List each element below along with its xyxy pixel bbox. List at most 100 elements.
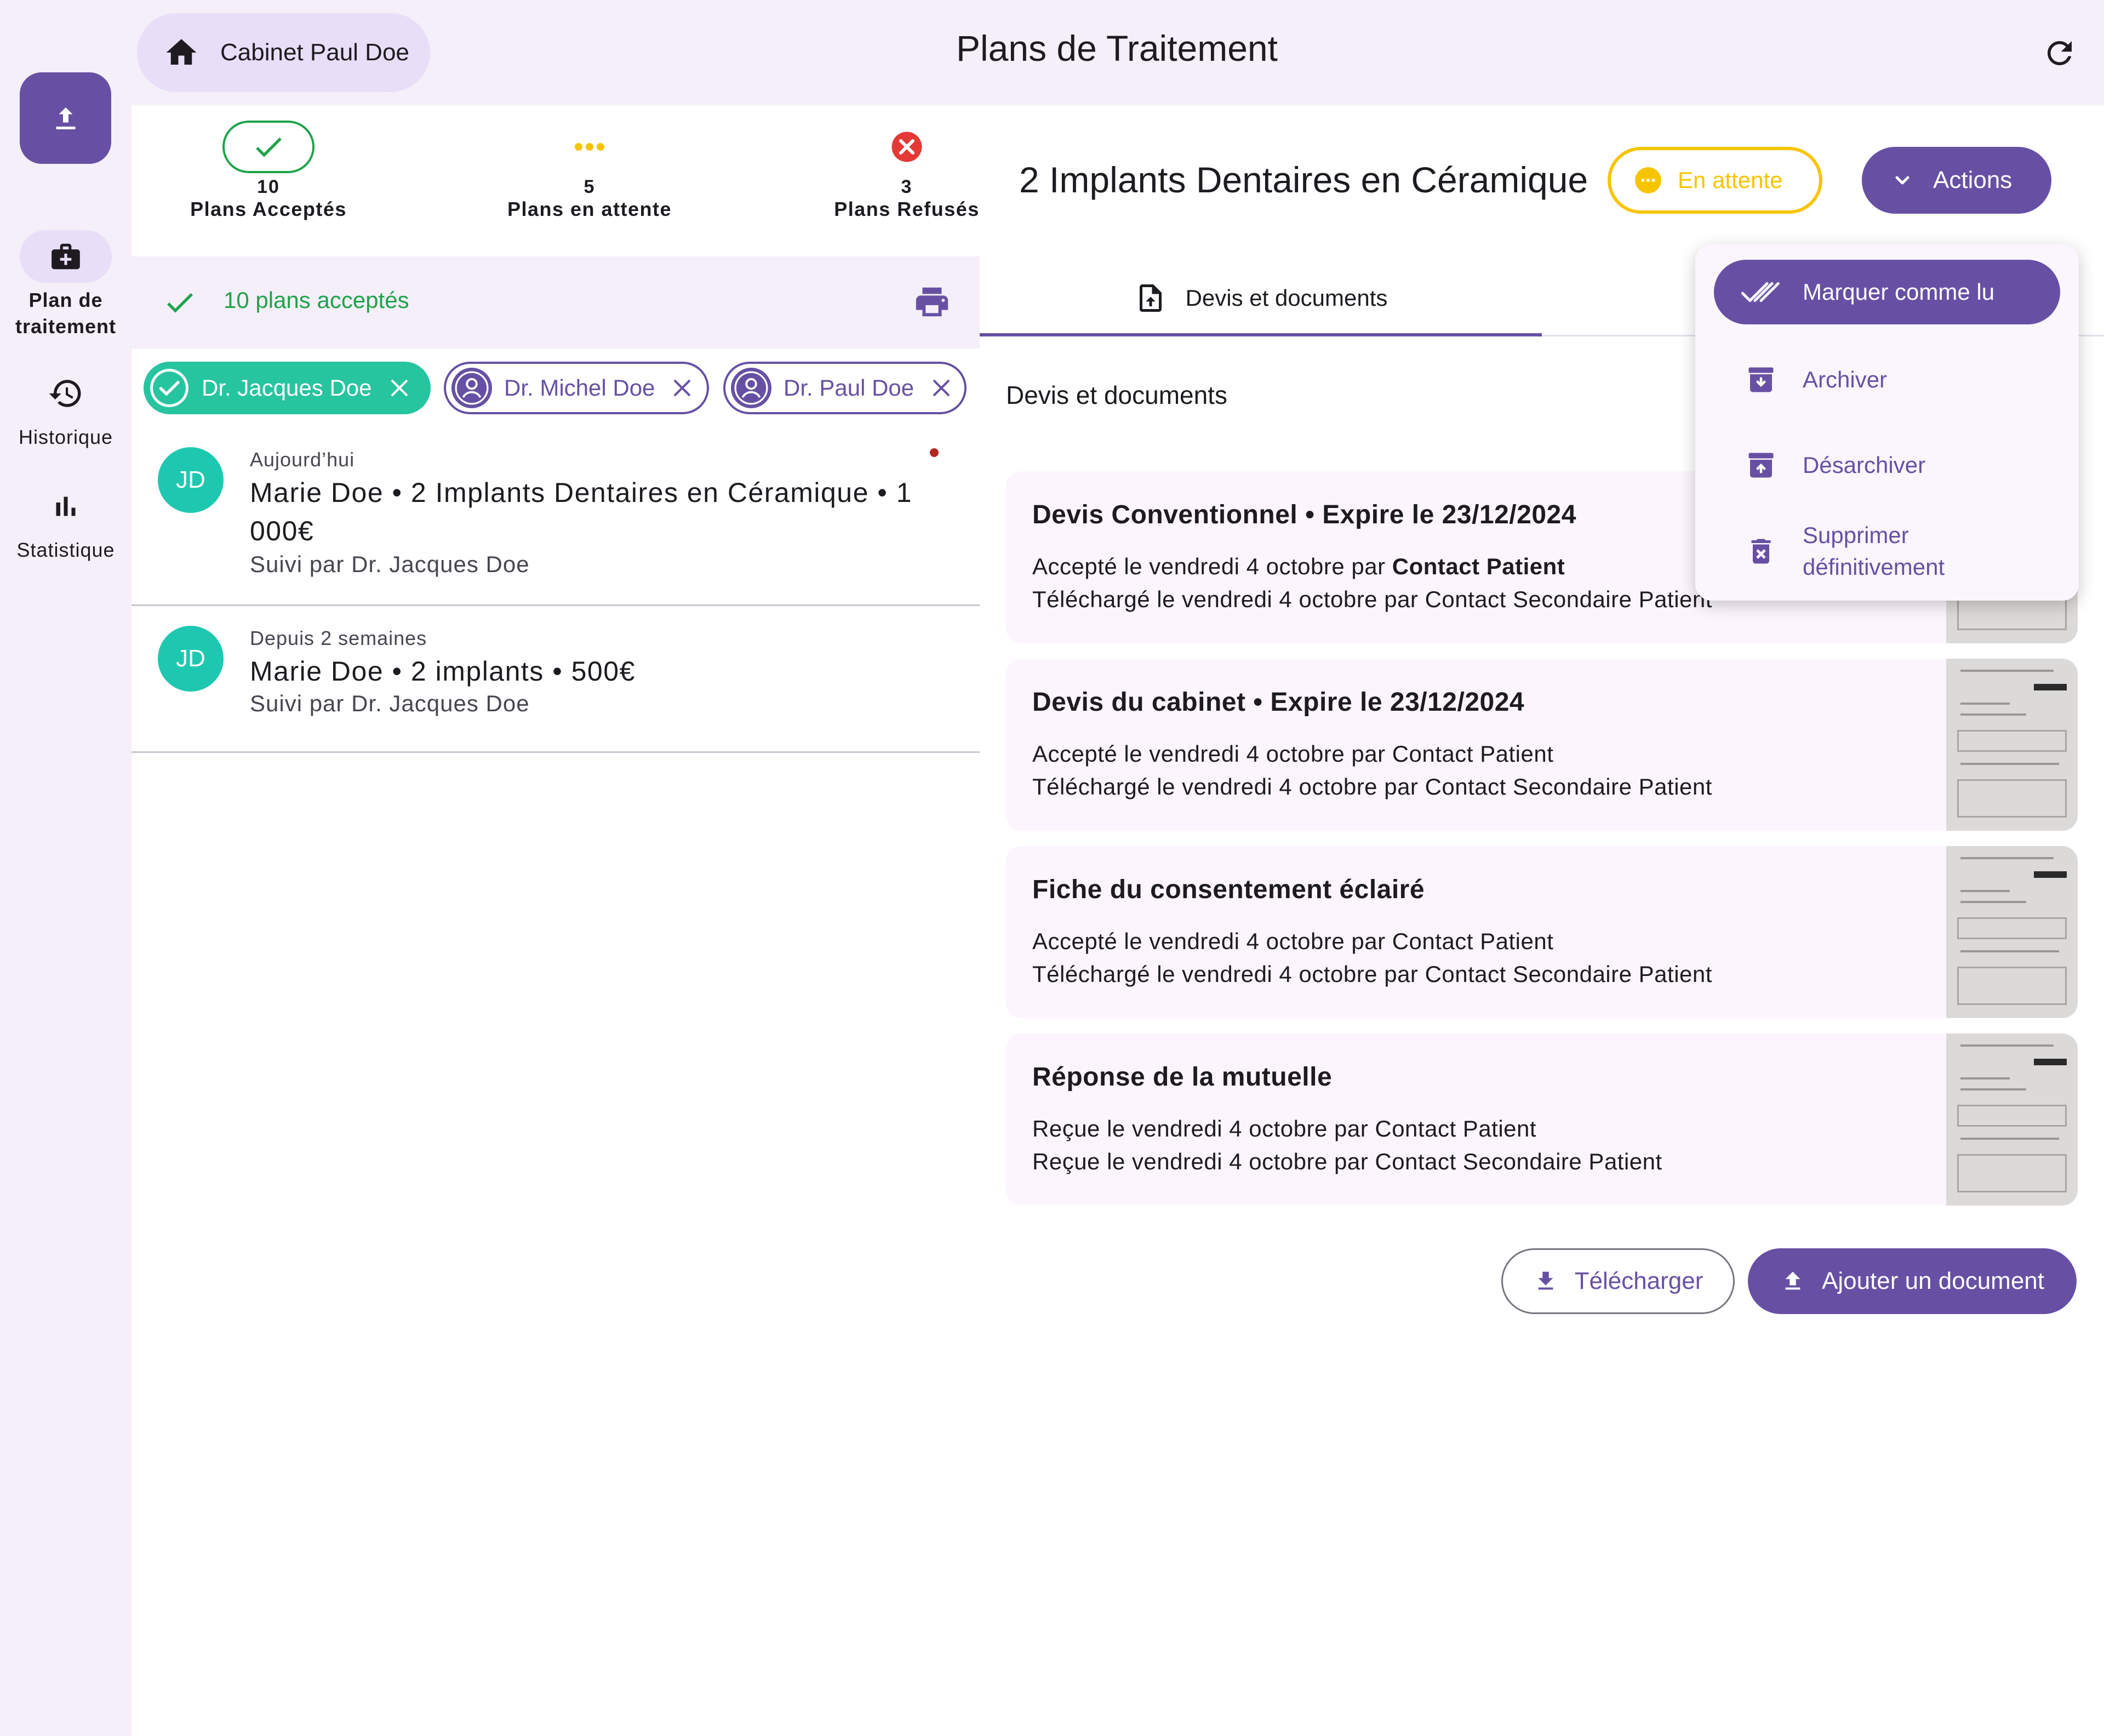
chip-label: Dr. Jacques Doe (202, 375, 372, 401)
stat-pending-count: 5 (584, 176, 596, 197)
document-status-text: Accepté le vendredi 4 octobre par (1032, 553, 1392, 579)
plan-summary: Marie Doe • 2 implants • 500€ (250, 656, 636, 687)
print-button[interactable] (913, 283, 951, 324)
document-contact: Contact Patient (1392, 553, 1565, 579)
chip-person-avatar (451, 368, 492, 408)
file-upload-icon (1139, 284, 1162, 312)
menu-item-mark-read[interactable]: Marquer comme lu (1714, 260, 2060, 324)
document-status-line: Accepté le vendredi 4 octobre par Contac… (1032, 928, 1553, 955)
document-thumbnail[interactable] (1946, 846, 2078, 1018)
top-app-bar: Cabinet Paul Doe Plans de Traitement (132, 0, 2104, 105)
filter-summary-text: 10 plans acceptés (224, 287, 409, 313)
document-title: Devis du cabinet • Expire le 23/12/2024 (1032, 688, 1525, 717)
add-document-label: Ajouter un document (1821, 1267, 2045, 1294)
double-check-icon (1741, 282, 1780, 302)
status-chip[interactable]: En attente (1608, 147, 1822, 214)
office-name: Cabinet Paul Doe (220, 39, 409, 66)
rail-item-stats[interactable]: Statistique (0, 480, 132, 563)
upload-fab[interactable] (20, 72, 111, 164)
menu-item-label: Archiver (1803, 367, 1888, 392)
document-title: Réponse de la mutuelle (1032, 1063, 1333, 1092)
cancel-icon (891, 132, 922, 162)
menu-item-unarchive-icon-wrap (1735, 449, 1787, 482)
check-icon (167, 293, 193, 313)
account-icon (455, 371, 489, 405)
document-status-line: Accepté le vendredi 4 octobre par Contac… (1032, 553, 1565, 580)
menu-item-delete-icon-wrap (1735, 535, 1787, 568)
add-document-button[interactable]: Ajouter un document (1748, 1248, 2077, 1314)
rail-item-plan-label: Plan de traitement (15, 289, 117, 338)
tab-documents[interactable]: Devis et documents (980, 263, 1542, 336)
rail-item-history-label: Historique (18, 426, 113, 448)
rail-item-history[interactable]: Historique (0, 367, 132, 450)
download-button[interactable]: Télécharger (1501, 1248, 1735, 1314)
account-icon (734, 371, 768, 405)
more-horiz-icon (575, 143, 604, 151)
chip-label: Dr. Paul Doe (784, 375, 914, 401)
chip-person-avatar (731, 368, 771, 408)
document-upload-line: Téléchargé le vendredi 4 octobre par Con… (1032, 586, 1712, 612)
stat-pending-label: Plans en attente (507, 198, 672, 220)
document-title: Devis Conventionnel • Expire le 23/12/20… (1032, 500, 1576, 529)
page-title: Plans de Traitement (956, 28, 1278, 68)
document-card[interactable]: Réponse de la mutuelle Reçue le vendredi… (1006, 1033, 2078, 1206)
avatar: JD (158, 626, 224, 692)
chip-doctor-michel[interactable]: Dr. Michel Doe (444, 362, 709, 414)
refresh-button[interactable] (2042, 35, 2078, 74)
document-thumbnail[interactable] (1946, 1033, 2078, 1206)
chip-doctor-paul[interactable]: Dr. Paul Doe (723, 362, 967, 414)
office-chip[interactable]: Cabinet Paul Doe (137, 13, 430, 92)
document-status-line: Accepté le vendredi 4 octobre par Contac… (1032, 741, 1553, 767)
check-icon (256, 137, 282, 157)
plan-list-item[interactable]: JD Aujourd’hui Marie Doe • 2 Implants De… (132, 427, 980, 606)
plan-date: Depuis 2 semaines (250, 627, 427, 649)
section-title: Devis et documents (1006, 381, 1227, 409)
document-thumbnail[interactable] (1946, 659, 2078, 831)
stat-accepted-label: Plans Acceptés (190, 198, 347, 220)
rail-item-stats-label: Statistique (16, 539, 115, 561)
chip-label: Dr. Michel Doe (504, 375, 655, 401)
archive-icon (1748, 367, 1774, 392)
document-status-text: Reçue le vendredi 4 octobre par Contact … (1032, 1116, 1537, 1141)
plan-list-item[interactable]: JD Depuis 2 semaines Marie Doe • 2 impla… (132, 606, 980, 753)
menu-item-archive-icon-wrap (1735, 363, 1787, 396)
stat-accepted[interactable]: 10 Plans Acceptés (164, 121, 373, 221)
menu-item-archive[interactable]: Archiver (1714, 347, 2060, 412)
document-card[interactable]: Devis du cabinet • Expire le 23/12/2024 … (1006, 659, 2078, 831)
chevron-down-icon (1895, 176, 1909, 185)
unread-dot (930, 448, 939, 457)
pending-icon (1635, 167, 1661, 193)
close-icon[interactable] (670, 376, 694, 400)
plan-followed-by: Suivi par Dr. Jacques Doe (250, 690, 530, 716)
close-icon[interactable] (929, 376, 953, 400)
close-icon[interactable] (387, 376, 411, 400)
print-icon (916, 287, 948, 317)
document-title: Fiche du consentement éclairé (1032, 875, 1425, 904)
refresh-icon (2048, 41, 2072, 65)
document-card[interactable]: Fiche du consentement éclairé Accepté le… (1006, 846, 2078, 1018)
menu-item-unarchive[interactable]: Désarchiver (1714, 433, 2060, 498)
avatar: JD (158, 447, 224, 513)
history-icon (49, 380, 81, 407)
plan-followed-by: Suivi par Dr. Jacques Doe (250, 551, 530, 577)
stat-pending-indicator (485, 121, 694, 173)
menu-item-mark-read-icon-wrap (1735, 279, 1787, 305)
document-status-text: Accepté le vendredi 4 octobre par Contac… (1032, 928, 1554, 954)
delete-forever-icon (1751, 539, 1771, 564)
rail-item-history-indicator (20, 367, 112, 420)
stat-refused-count: 3 (901, 176, 913, 197)
chip-doctor-jacques[interactable]: Dr. Jacques Doe (144, 362, 431, 414)
stat-refused-indicator (803, 121, 1011, 173)
stat-refused[interactable]: 3 Plans Refusés (803, 121, 1011, 221)
actions-button[interactable]: Actions (1862, 147, 2051, 214)
rail-item-plan[interactable]: Plan de traitement (0, 230, 132, 340)
navigation-rail: Plan de traitement Historique Statistiqu… (0, 0, 132, 1736)
check-circle-icon (150, 369, 188, 407)
document-upload-line: Reçue le vendredi 4 octobre par Contact … (1032, 1149, 1662, 1174)
stat-pending[interactable]: 5 Plans en attente (485, 121, 694, 221)
download-icon (1538, 1271, 1553, 1290)
menu-item-delete[interactable]: Supprimer définitivement (1714, 513, 2060, 590)
plan-date: Aujourd’hui (250, 448, 355, 471)
plan-detail-title: 2 Implants Dentaires en Céramique (1019, 159, 1588, 200)
actions-label: Actions (1933, 167, 2012, 193)
